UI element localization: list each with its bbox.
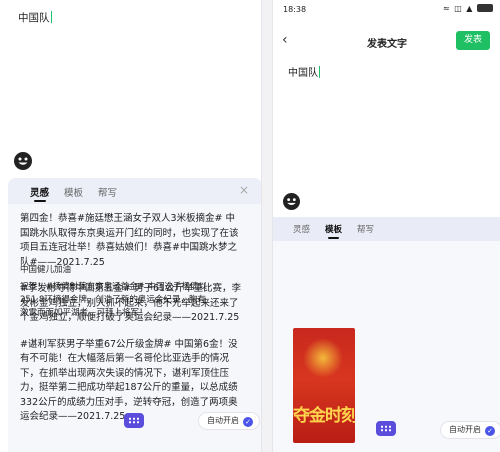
smiley-icon[interactable] <box>283 193 300 210</box>
tab-template[interactable]: 模板 <box>325 223 342 235</box>
text-input[interactable]: 中国队 <box>288 64 320 79</box>
auto-enable-toggle[interactable]: 自动开启 ✓ <box>440 421 500 439</box>
battery-icon <box>477 4 493 12</box>
tab-inspiration[interactable]: 灵感 <box>30 185 49 199</box>
panel-separator <box>262 0 272 452</box>
status-time: 18:38 <box>283 5 307 14</box>
poster-medal-glow <box>303 338 343 378</box>
text-caret <box>319 66 320 78</box>
auto-enable-label: 自动开启 <box>207 416 239 425</box>
suggestion-list: 第四金！恭喜#施廷懋王涵女子双人3米板摘金# 中国跳水队取得东京奥运开门红的同时… <box>20 212 242 437</box>
wifi-icon: ≈ ◫ ▲ <box>442 4 474 13</box>
suggestion-tabs: 灵感 模板 帮写 × <box>8 178 261 204</box>
tab-write-assist[interactable]: 帮写 <box>357 223 374 235</box>
active-tab-indicator <box>328 237 339 239</box>
check-icon: ✓ <box>485 426 495 436</box>
text-caret <box>50 11 52 23</box>
template-poster-image[interactable]: 夺金时刻 <box>293 328 355 443</box>
close-icon[interactable]: × <box>239 183 249 197</box>
status-bar: 18:38 ≈ ◫ ▲ <box>273 0 500 20</box>
status-icons: ≈ ◫ ▲ <box>443 4 493 13</box>
auto-enable-toggle[interactable]: 自动开启 ✓ <box>198 412 260 430</box>
keyboard-icon[interactable] <box>124 413 144 428</box>
input-text: 中国队 <box>288 68 318 79</box>
check-icon: ✓ <box>243 417 253 427</box>
active-tab-indicator <box>34 200 46 202</box>
tab-template[interactable]: 模板 <box>64 185 83 199</box>
tab-write-assist[interactable]: 帮写 <box>98 185 117 199</box>
template-card[interactable]: 中国健儿加油 祝贺！#杨倩射落东京奥运首金# 中国选手杨倩以251.8环摘得金牌… <box>20 264 212 320</box>
suggestion-item[interactable]: 第四金！恭喜#施廷懋王涵女子双人3米板摘金# 中国跳水队取得东京奥运开门红的同时… <box>20 212 242 270</box>
publish-button[interactable]: 发表 <box>456 31 490 50</box>
smiley-icon[interactable] <box>14 152 32 170</box>
text-input[interactable]: 中国队 <box>18 10 52 25</box>
tab-inspiration[interactable]: 灵感 <box>293 223 310 235</box>
keyboard-icon[interactable] <box>376 421 396 436</box>
input-text: 中国队 <box>18 12 50 24</box>
poster-caption: 夺金时刻 <box>293 406 355 426</box>
template-text: 祝贺！#杨倩射落东京奥运首金# 中国选手杨倩以251.8环摘得金牌，创造了新的奥… <box>20 282 207 318</box>
template-title: 中国健儿加油 <box>20 265 72 275</box>
suggestion-tabs: 灵感 模板 帮写 <box>273 217 500 241</box>
auto-enable-label: 自动开启 <box>449 425 481 434</box>
